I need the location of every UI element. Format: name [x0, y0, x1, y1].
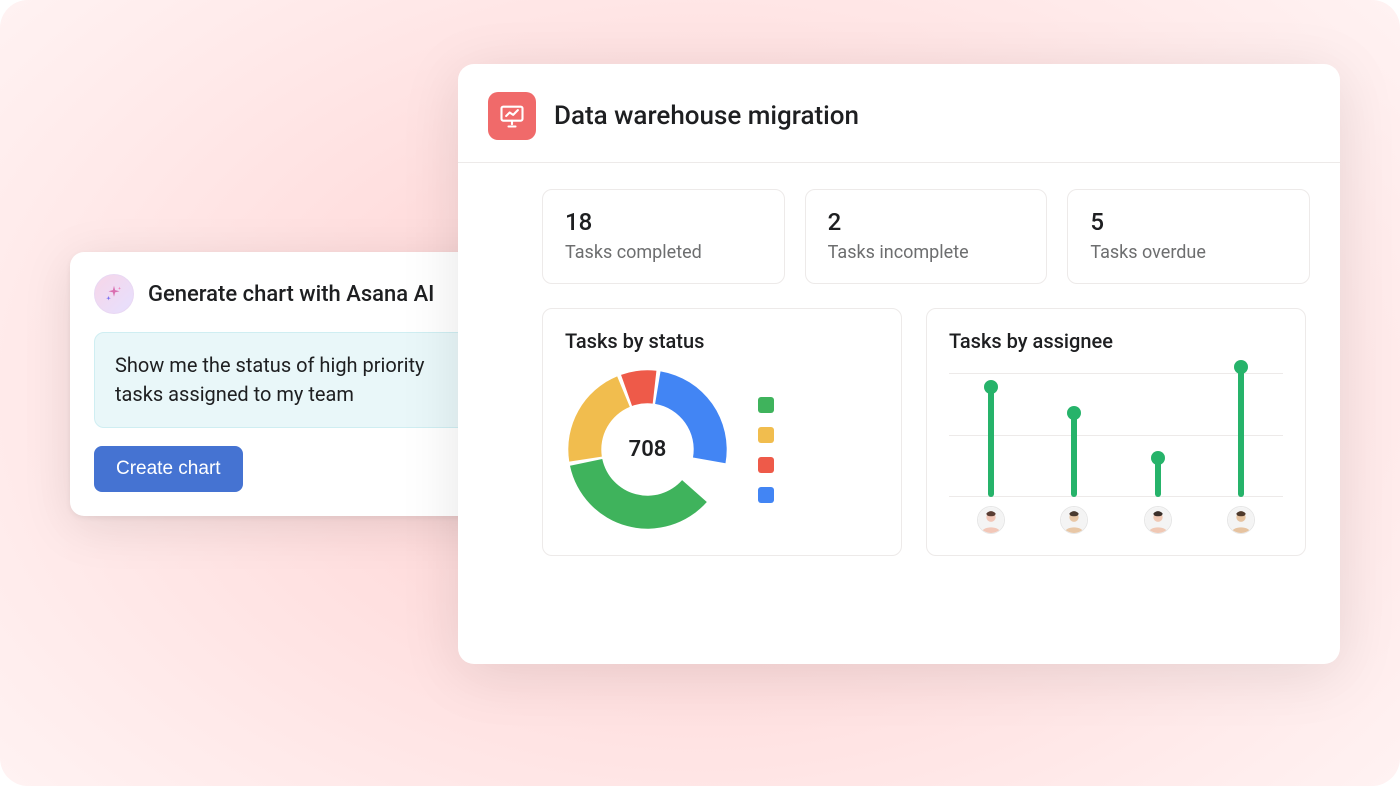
donut-chart: 708	[565, 367, 730, 532]
sparkle-ai-icon	[94, 274, 134, 314]
bar-lollipop	[1071, 413, 1077, 498]
stat-value: 2	[828, 208, 1025, 236]
stats-row: 18 Tasks completed 2 Tasks incomplete 5 …	[542, 189, 1310, 284]
donut-body: 708	[565, 367, 879, 532]
legend-swatch	[758, 487, 774, 503]
chart-title: Tasks by assignee	[949, 329, 1283, 353]
stat-card-overdue[interactable]: 5 Tasks overdue	[1067, 189, 1310, 284]
stat-card-incomplete[interactable]: 2 Tasks incomplete	[805, 189, 1048, 284]
assignee-avatar	[1227, 506, 1255, 534]
donut-center-value: 708	[565, 367, 730, 532]
page-background: Generate chart with Asana AI Show me the…	[0, 0, 1400, 786]
assignee-avatar	[1060, 506, 1088, 534]
assignee-avatar	[1144, 506, 1172, 534]
chart-title: Tasks by status	[565, 329, 879, 353]
stat-card-completed[interactable]: 18 Tasks completed	[542, 189, 785, 284]
bar-column	[1116, 367, 1200, 497]
bar-lollipop	[1155, 458, 1161, 497]
tasks-by-status-card[interactable]: Tasks by status 708	[542, 308, 902, 556]
assignee-avatars	[949, 503, 1283, 537]
ai-generate-card: Generate chart with Asana AI Show me the…	[70, 252, 520, 516]
assignee-avatar	[977, 506, 1005, 534]
legend-swatch	[758, 457, 774, 473]
ai-card-title: Generate chart with Asana AI	[148, 282, 434, 307]
bar-lollipop	[988, 387, 994, 498]
ai-prompt-input[interactable]: Show me the status of high priority task…	[94, 332, 496, 428]
presentation-icon	[488, 92, 536, 140]
tasks-by-assignee-card[interactable]: Tasks by assignee	[926, 308, 1306, 556]
dashboard-title: Data warehouse migration	[554, 101, 859, 131]
donut-legend	[758, 397, 774, 503]
stat-value: 18	[565, 208, 762, 236]
dashboard-header: Data warehouse migration	[458, 64, 1340, 163]
legend-swatch	[758, 427, 774, 443]
bar-column	[1200, 367, 1284, 497]
legend-swatch	[758, 397, 774, 413]
stat-label: Tasks overdue	[1090, 242, 1287, 263]
ai-card-header: Generate chart with Asana AI	[94, 274, 496, 314]
create-chart-button[interactable]: Create chart	[94, 446, 243, 492]
bars-container	[949, 367, 1283, 497]
bar-column	[949, 367, 1033, 497]
dashboard-panel: Data warehouse migration 18 Tasks comple…	[458, 64, 1340, 664]
bar-column	[1033, 367, 1117, 497]
bar-chart	[949, 367, 1283, 537]
dashboard-body: 18 Tasks completed 2 Tasks incomplete 5 …	[458, 163, 1340, 556]
stat-label: Tasks completed	[565, 242, 762, 263]
stat-value: 5	[1090, 208, 1287, 236]
bar-lollipop	[1238, 367, 1244, 497]
stat-label: Tasks incomplete	[828, 242, 1025, 263]
charts-row: Tasks by status 708 Tasks by assignee	[542, 308, 1310, 556]
